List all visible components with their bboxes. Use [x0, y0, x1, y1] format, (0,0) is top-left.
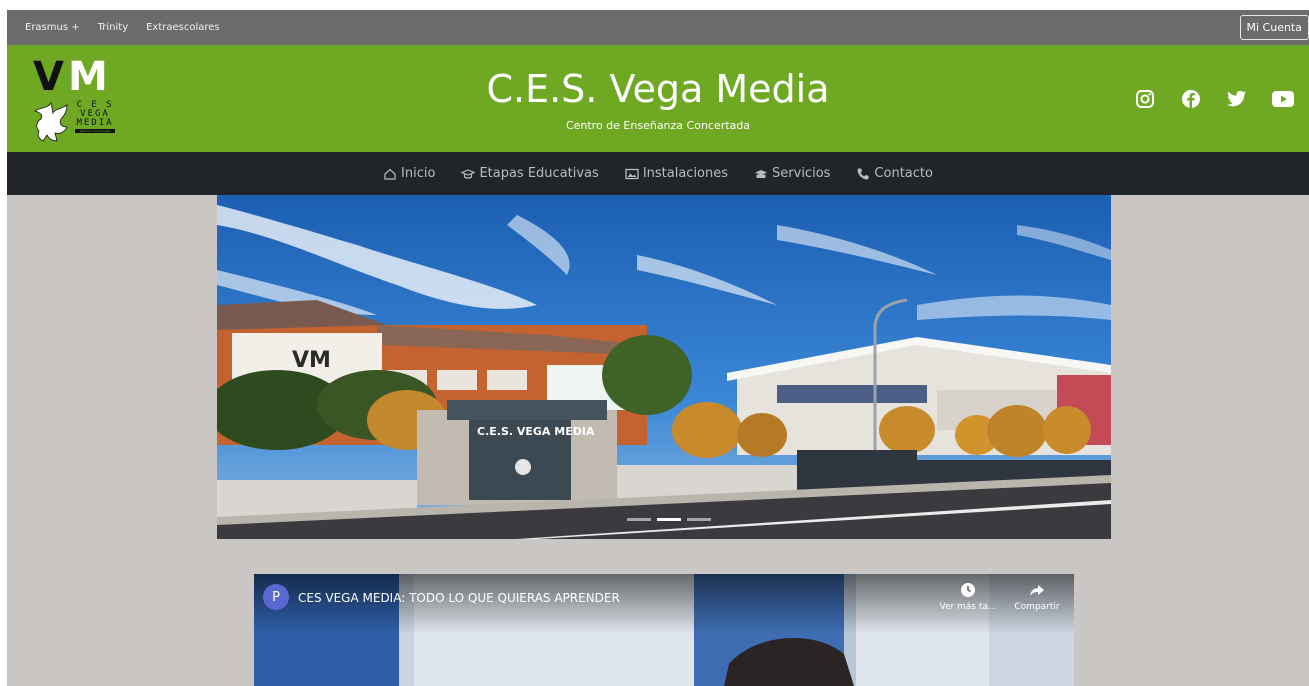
top-links: Erasmus + Trinity Extraescolares: [25, 10, 220, 45]
top-link-trinity[interactable]: Trinity: [98, 22, 128, 33]
wall-logo: VM: [292, 348, 331, 373]
school-building-photo: VM C.E.S. VEGA MEDIA: [217, 195, 1111, 539]
social-links: [1133, 87, 1295, 111]
carousel-indicators: [627, 518, 711, 521]
phone-icon: [857, 168, 869, 180]
site-subtitle: Centro de Enseñanza Concertada: [565, 119, 751, 132]
video-title[interactable]: CES VEGA MEDIA: TODO LO QUE QUIERAS APRE…: [298, 591, 620, 605]
nav-item-instalaciones[interactable]: Instalaciones: [625, 166, 728, 181]
facebook-icon[interactable]: [1179, 87, 1203, 111]
twitter-icon[interactable]: [1225, 87, 1249, 111]
channel-avatar[interactable]: P: [263, 584, 289, 610]
image-icon: [625, 168, 639, 179]
watch-later-button[interactable]: Ver más ta...: [938, 582, 998, 612]
entrance-sign: C.E.S. VEGA MEDIA: [477, 425, 595, 438]
home-icon: [384, 168, 396, 180]
top-utility-bar: Erasmus + Trinity Extraescolares Mi Cuen…: [7, 10, 1309, 45]
carousel-indicator[interactable]: [687, 518, 711, 521]
nav-label: Instalaciones: [642, 166, 729, 181]
share-button[interactable]: Compartir: [1007, 582, 1067, 612]
nav-item-servicios[interactable]: Servicios: [754, 166, 830, 181]
main-navigation: Inicio Etapas Educativas Instalaciones S…: [7, 152, 1309, 195]
top-link-extraescolares[interactable]: Extraescolares: [146, 22, 220, 33]
graduation-cap-icon: [461, 168, 476, 179]
nav-label: Etapas Educativas: [479, 166, 599, 181]
page: Erasmus + Trinity Extraescolares Mi Cuen…: [7, 10, 1309, 686]
nav-item-inicio[interactable]: Inicio: [383, 166, 435, 181]
share-icon: [1030, 585, 1044, 596]
services-icon: [755, 169, 768, 178]
my-account-button[interactable]: Mi Cuenta: [1239, 15, 1309, 40]
top-link-erasmus[interactable]: Erasmus +: [25, 22, 80, 33]
site-header: VM C E S VEGA MEDIA Centro Concertado C.…: [7, 45, 1309, 152]
site-title: C.E.S. Vega Media: [486, 67, 830, 111]
youtube-icon[interactable]: [1271, 87, 1295, 111]
instagram-icon[interactable]: [1133, 87, 1157, 111]
nav-label: Servicios: [772, 166, 831, 181]
nav-label: Contacto: [874, 166, 933, 181]
carousel-indicator-active[interactable]: [657, 518, 681, 521]
embedded-video[interactable]: P CES VEGA MEDIA: TODO LO QUE QUIERAS AP…: [254, 574, 1074, 686]
nav-item-etapas[interactable]: Etapas Educativas: [461, 166, 599, 181]
nav-item-contacto[interactable]: Contacto: [856, 166, 933, 181]
carousel-indicator[interactable]: [627, 518, 651, 521]
clock-icon: [961, 583, 975, 597]
nav-label: Inicio: [401, 166, 436, 181]
hero-carousel[interactable]: VM C.E.S. VEGA MEDIA: [217, 195, 1111, 539]
